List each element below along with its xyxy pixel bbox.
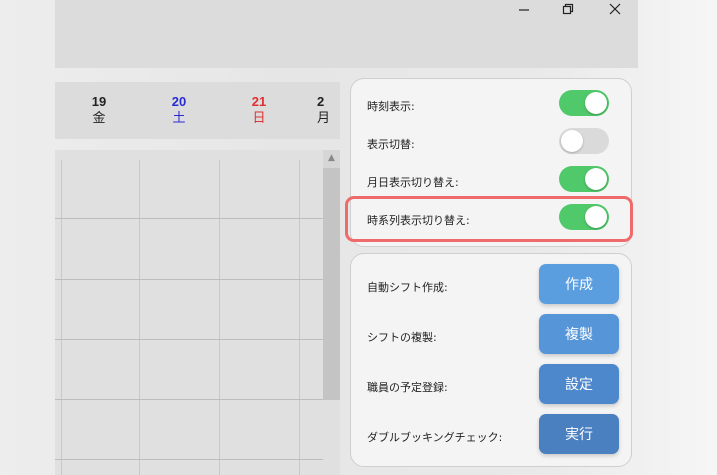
restore-icon — [562, 3, 574, 15]
title-bar — [0, 0, 717, 68]
day-weekday: 日 — [252, 110, 266, 125]
calendar-grid[interactable] — [55, 150, 340, 475]
create-button[interactable]: 作成 — [539, 264, 619, 304]
arrow-up-icon[interactable]: ▲ — [323, 150, 340, 166]
highlight-box — [345, 196, 633, 242]
time-display-label: 時刻表示: — [367, 100, 415, 113]
day-number: 2 — [317, 94, 325, 109]
day-header[interactable]: 20 土 — [159, 94, 199, 126]
restore-button[interactable] — [546, 0, 590, 18]
day-number: 20 — [171, 94, 187, 109]
grid-row-line — [55, 459, 323, 460]
staff-schedule-label: 職員の予定登録: — [367, 381, 448, 394]
auto-shift-label: 自動シフト作成: — [367, 281, 448, 294]
day-header[interactable]: 21 日 — [239, 94, 279, 126]
grid-column-line — [299, 160, 300, 475]
run-button[interactable]: 実行 — [539, 414, 619, 454]
calendar-header: 19 金 20 土 21 日 2 月 — [55, 82, 340, 139]
day-number: 21 — [251, 94, 267, 109]
grid-column-line — [61, 160, 62, 475]
month-day-display-toggle[interactable] — [559, 166, 609, 192]
month-day-display-label: 月日表示切り替え: — [367, 176, 459, 189]
day-weekday: 金 — [92, 110, 106, 125]
day-header[interactable]: 19 金 — [79, 94, 119, 126]
toggle-knob — [561, 130, 583, 152]
shift-copy-label: シフトの複製: — [367, 331, 437, 344]
grid-row-line — [55, 399, 323, 400]
minimize-icon — [519, 9, 529, 11]
grid-row-line — [55, 339, 323, 340]
grid-column-line — [139, 160, 140, 475]
double-booking-label: ダブルブッキングチェック: — [367, 431, 503, 444]
display-switch-label: 表示切替: — [367, 138, 415, 151]
day-weekday: 月 — [317, 110, 331, 125]
scrollbar-thumb[interactable] — [323, 168, 340, 400]
time-display-toggle[interactable] — [559, 90, 609, 116]
day-weekday: 土 — [172, 110, 186, 125]
close-icon — [609, 3, 621, 15]
grid-row-line — [55, 218, 323, 219]
actions-panel: 自動シフト作成: 作成 シフトの複製: 複製 職員の予定登録: 設定 ダブルブッ… — [350, 253, 632, 467]
grid-column-line — [219, 160, 220, 475]
day-number: 19 — [91, 94, 107, 109]
toggle-knob — [585, 92, 607, 114]
display-switch-toggle[interactable] — [559, 128, 609, 154]
vertical-scrollbar[interactable]: ▲ — [323, 150, 340, 400]
minimize-button[interactable] — [502, 0, 546, 18]
day-header[interactable]: 2 月 — [317, 94, 341, 126]
settings-button[interactable]: 設定 — [539, 364, 619, 404]
close-button[interactable] — [593, 0, 637, 18]
copy-button[interactable]: 複製 — [539, 314, 619, 354]
grid-row-line — [55, 279, 323, 280]
toggle-knob — [585, 168, 607, 190]
